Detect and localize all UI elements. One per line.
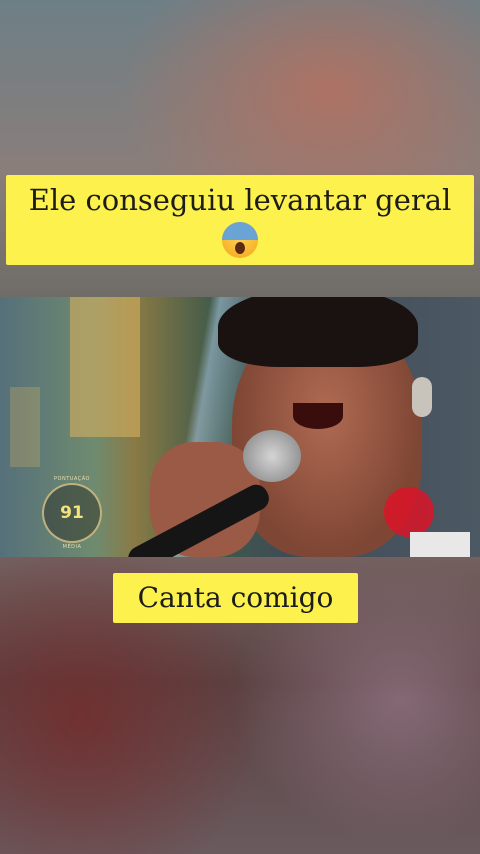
singer-hair xyxy=(218,297,418,367)
singer-mouth xyxy=(293,403,343,429)
red-logo-icon xyxy=(384,487,434,537)
scream-emoji-icon xyxy=(222,222,258,258)
score-value: 91 xyxy=(60,503,84,523)
stage-light-pillar xyxy=(70,297,140,437)
in-ear-monitor xyxy=(412,377,432,417)
singer-shirt xyxy=(410,532,470,557)
score-label-top: PONTUAÇÃO xyxy=(54,476,90,482)
score-badge: PONTUAÇÃO 91 MÉDIA xyxy=(42,476,102,550)
top-caption: Ele conseguiu levantar geral xyxy=(6,175,474,265)
video-frame[interactable]: PONTUAÇÃO 91 MÉDIA xyxy=(0,297,480,557)
bottom-caption-text: Canta comigo xyxy=(137,581,334,614)
score-label-bottom: MÉDIA xyxy=(62,544,82,550)
microphone-icon xyxy=(243,430,301,482)
top-caption-text: Ele conseguiu levantar geral xyxy=(28,183,452,217)
stage-light-pillar xyxy=(10,387,40,467)
bottom-caption: Canta comigo xyxy=(113,573,358,623)
